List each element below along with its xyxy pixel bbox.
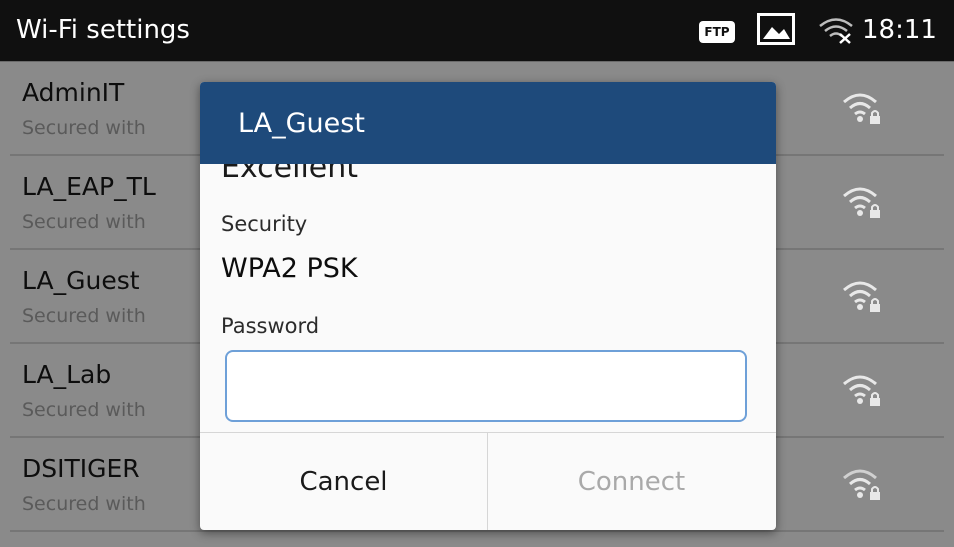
password-input[interactable] (225, 350, 747, 422)
password-label: Password (221, 314, 320, 338)
page-title: Wi-Fi settings (16, 15, 190, 45)
network-ssid: LA_EAP_TL (22, 172, 156, 201)
wifi-locked-icon (843, 187, 880, 218)
status-bar: Wi-Fi settings FTP 18:11 (0, 0, 954, 61)
network-ssid: AdminIT (22, 78, 125, 107)
network-security-summary: Secured with (22, 211, 146, 233)
wifi-settings-screen: Wi-Fi settings FTP 18:11 AdminIT Secured… (0, 0, 954, 547)
ftp-badge-icon: FTP (699, 21, 735, 43)
network-ssid: DSITIGER (22, 454, 140, 483)
cancel-button[interactable]: Cancel (200, 433, 488, 530)
dialog-header: LA_Guest (200, 82, 776, 164)
network-ssid: LA_Lab (22, 360, 112, 389)
connect-button[interactable]: Connect (488, 433, 775, 530)
dialog-title: LA_Guest (238, 108, 365, 139)
wifi-locked-icon (843, 93, 880, 124)
dialog-button-bar: Cancel Connect (200, 432, 776, 530)
connect-dialog: Excellent LA_Guest Security WPA2 PSK Pas… (200, 82, 776, 530)
wifi-locked-icon (843, 281, 880, 312)
network-security-summary: Secured with (22, 493, 146, 515)
wifi-locked-icon (843, 469, 880, 500)
network-ssid: LA_Guest (22, 266, 140, 295)
clock: 18:11 (862, 15, 937, 45)
network-security-summary: Secured with (22, 305, 146, 327)
network-security-summary: Secured with (22, 399, 146, 421)
wifi-disconnected-icon (819, 18, 853, 44)
image-icon (757, 13, 795, 45)
wifi-locked-icon (843, 375, 880, 406)
network-security-summary: Secured with (22, 117, 146, 139)
security-value: WPA2 PSK (221, 253, 358, 284)
security-label: Security (221, 212, 308, 236)
